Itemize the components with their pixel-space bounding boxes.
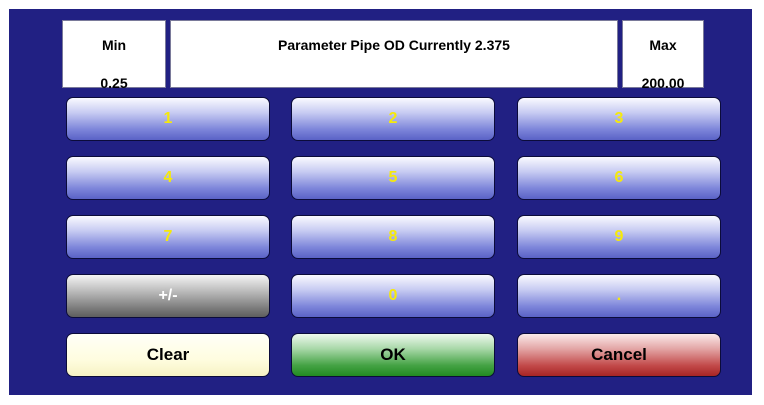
max-value: 200.00 bbox=[641, 75, 685, 91]
key-4[interactable]: 4 bbox=[66, 156, 270, 200]
key-2[interactable]: 2 bbox=[291, 97, 495, 141]
plus-minus-button[interactable]: +/- bbox=[66, 274, 270, 318]
parameter-title: Parameter Pipe OD Currently 2.375 bbox=[278, 37, 510, 53]
key-8[interactable]: 8 bbox=[291, 215, 495, 259]
min-box: Min 0.25 bbox=[62, 20, 166, 91]
key-9[interactable]: 9 bbox=[517, 215, 721, 259]
min-value: 0.25 bbox=[100, 75, 128, 91]
ok-button[interactable]: OK bbox=[291, 333, 495, 377]
key-3[interactable]: 3 bbox=[517, 97, 721, 141]
key-7[interactable]: 7 bbox=[66, 215, 270, 259]
key-1[interactable]: 1 bbox=[66, 97, 270, 141]
key-0[interactable]: 0 bbox=[291, 274, 495, 318]
min-label: Min bbox=[101, 37, 127, 53]
key-6[interactable]: 6 bbox=[517, 156, 721, 200]
max-box: Max 200.00 bbox=[622, 20, 704, 91]
max-label: Max bbox=[649, 37, 677, 53]
clear-button[interactable]: Clear bbox=[66, 333, 270, 377]
decimal-point-button[interactable]: . bbox=[517, 274, 721, 318]
key-5[interactable]: 5 bbox=[291, 156, 495, 200]
parameter-title-box: Parameter Pipe OD Currently 2.375 bbox=[170, 20, 618, 88]
cancel-button[interactable]: Cancel bbox=[517, 333, 721, 377]
